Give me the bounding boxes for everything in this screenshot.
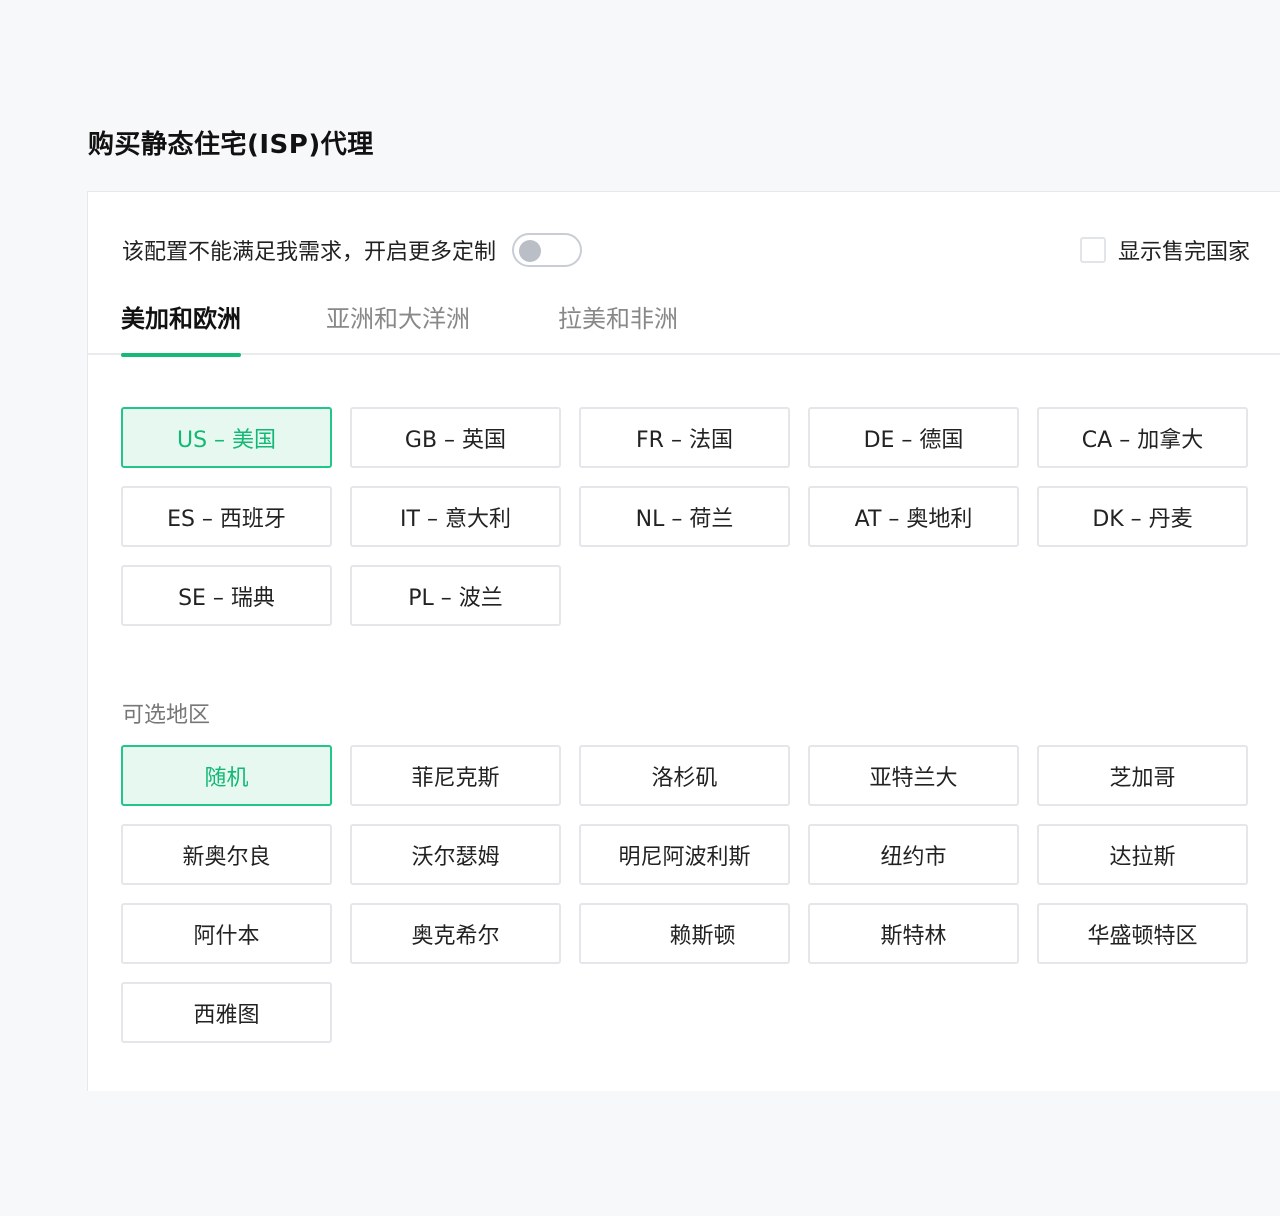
region-option-phoenix[interactable]: 菲尼克斯 xyxy=(350,745,561,806)
region-option-oak-hill[interactable]: 奥克希尔 xyxy=(350,903,561,964)
region-option-minneapolis[interactable]: 明尼阿波利斯 xyxy=(579,824,790,885)
tab-americas-europe[interactable]: 美加和欧洲 xyxy=(121,300,241,357)
show-sold-out-label: 显示售完国家 xyxy=(1117,240,1250,265)
regions-label: 可选地区 xyxy=(122,703,211,728)
region-option-reston[interactable]: 赖斯顿 xyxy=(579,903,790,964)
tab-latam-africa[interactable]: 拉美和非洲 xyxy=(558,300,678,355)
region-option-random[interactable]: 随机 xyxy=(121,745,332,806)
region-option-sterling[interactable]: 斯特林 xyxy=(808,903,1019,964)
country-option-ca[interactable]: CA – 加拿大 xyxy=(1037,407,1248,468)
country-option-de[interactable]: DE – 德国 xyxy=(808,407,1019,468)
country-option-us[interactable]: US – 美国 xyxy=(121,407,332,468)
config-panel: 该配置不能满足我需求，开启更多定制 显示售完国家 美加和欧洲 亚洲和大洋洲 拉美… xyxy=(87,191,1280,1091)
tab-asia-oceania[interactable]: 亚洲和大洋洲 xyxy=(326,300,470,355)
region-option-ashburn[interactable]: 阿什本 xyxy=(121,903,332,964)
region-option-dallas[interactable]: 达拉斯 xyxy=(1037,824,1248,885)
show-sold-out-checkbox[interactable] xyxy=(1079,237,1106,263)
country-option-nl[interactable]: NL – 荷兰 xyxy=(579,486,790,547)
region-option-new-orleans[interactable]: 新奥尔良 xyxy=(121,824,332,885)
toggle-knob xyxy=(519,240,542,262)
country-option-fr[interactable]: FR – 法国 xyxy=(579,407,790,468)
country-option-pl[interactable]: PL – 波兰 xyxy=(350,565,561,626)
region-option-seattle[interactable]: 西雅图 xyxy=(121,982,332,1043)
customize-text: 该配置不能满足我需求，开启更多定制 xyxy=(122,240,497,265)
region-option-new-york[interactable]: 纽约市 xyxy=(808,824,1019,885)
country-grid: US – 美国 GB – 英国 FR – 法国 DE – 德国 CA – 加拿大… xyxy=(121,407,1248,626)
show-sold-out[interactable]: 显示售完国家 xyxy=(1079,234,1250,266)
country-option-es[interactable]: ES – 西班牙 xyxy=(121,486,332,547)
country-option-at[interactable]: AT – 奥地利 xyxy=(808,486,1019,547)
region-option-atlanta[interactable]: 亚特兰大 xyxy=(808,745,1019,806)
region-option-washington-dc[interactable]: 华盛顿特区 xyxy=(1037,903,1248,964)
region-option-chicago[interactable]: 芝加哥 xyxy=(1037,745,1248,806)
region-option-los-angeles[interactable]: 洛杉矶 xyxy=(579,745,790,806)
page-title: 购买静态住宅(ISP)代理 xyxy=(88,130,374,160)
region-option-waltham[interactable]: 沃尔瑟姆 xyxy=(350,824,561,885)
region-grid: 随机 菲尼克斯 洛杉矶 亚特兰大 芝加哥 新奥尔良 沃尔瑟姆 明尼阿波利斯 纽约… xyxy=(121,745,1248,1043)
country-option-dk[interactable]: DK – 丹麦 xyxy=(1037,486,1248,547)
country-option-it[interactable]: IT – 意大利 xyxy=(350,486,561,547)
country-option-gb[interactable]: GB – 英国 xyxy=(350,407,561,468)
region-tabs: 美加和欧洲 亚洲和大洋洲 拉美和非洲 xyxy=(88,300,1280,357)
country-option-se[interactable]: SE – 瑞典 xyxy=(121,565,332,626)
customize-row: 该配置不能满足我需求，开启更多定制 xyxy=(122,232,583,268)
customize-toggle[interactable] xyxy=(512,233,583,267)
